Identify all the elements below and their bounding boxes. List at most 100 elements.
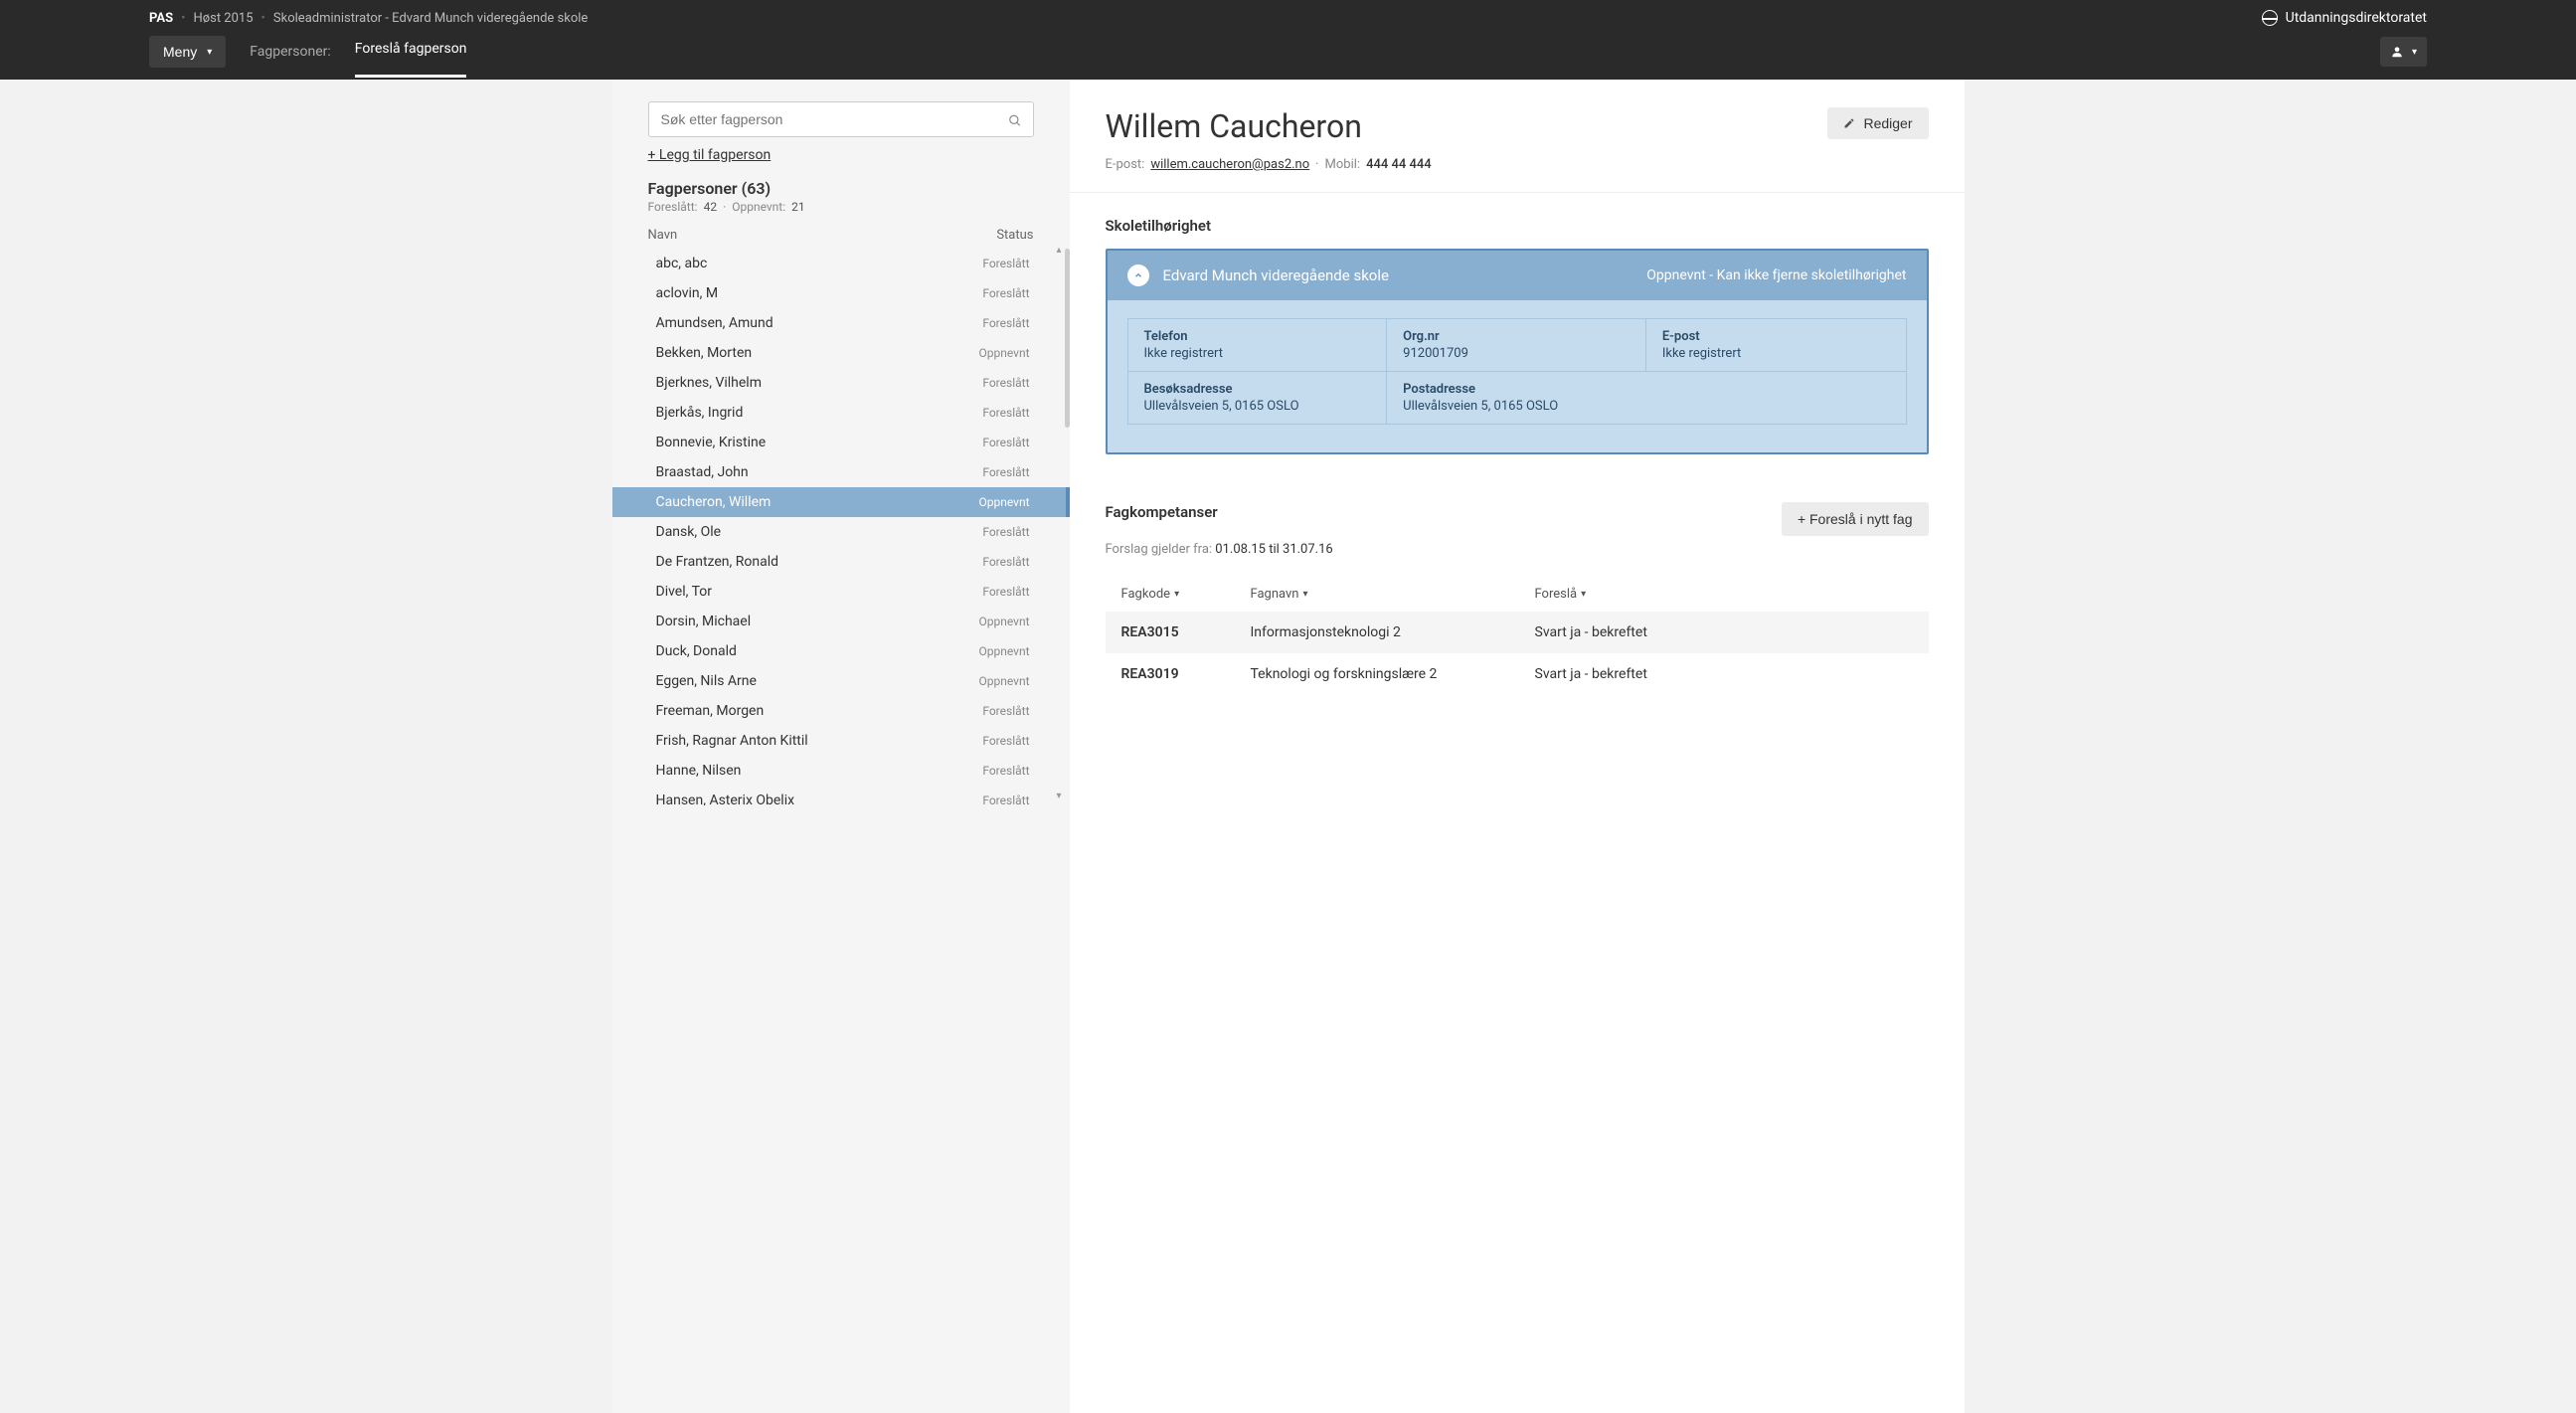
fagnavn-cell: Informasjonsteknologi 2	[1251, 624, 1535, 640]
person-row[interactable]: Hanne, NilsenForeslått	[612, 756, 1070, 786]
chevron-down-icon: ▾	[1174, 589, 1179, 600]
logo: Utdanningsdirektoratet	[2262, 10, 2427, 26]
person-name-cell: Bjerkås, Ingrid	[656, 405, 744, 421]
list-stats: Foreslått: 42 · Oppnevnt: 21	[648, 200, 1034, 214]
propose-new-button[interactable]: + Foreslå i nytt fag	[1782, 502, 1929, 536]
person-row[interactable]: aclovin, MForeslått	[612, 278, 1070, 308]
fagkode-cell: REA3015	[1121, 624, 1251, 640]
person-status-cell: Oppnevnt	[978, 644, 1029, 658]
person-row[interactable]: Bjerkås, Ingrid Foreslått	[612, 398, 1070, 428]
person-row[interactable]: De Frantzen, Ronald Foreslått	[612, 547, 1070, 577]
person-list[interactable]: abc, abcForeslåttaclovin, MForeslåttAmun…	[612, 249, 1070, 805]
app-header: PAS • Høst 2015 • Skoleadministrator - E…	[0, 0, 2576, 80]
post-value: Ullevålsveien 5, 0165 OSLO	[1403, 399, 1889, 414]
affiliation-header[interactable]: Edvard Munch videregående skole Oppnevnt…	[1108, 251, 1927, 300]
add-fagperson-link[interactable]: + Legg til fagperson	[648, 147, 1034, 163]
breadcrumb-pas[interactable]: PAS	[149, 11, 173, 26]
person-row[interactable]: Bonnevie, KristineForeslått	[612, 428, 1070, 457]
person-name-cell: Amundsen, Amund	[656, 315, 773, 331]
person-row[interactable]: Freeman, MorgenForeslått	[612, 696, 1070, 726]
col-fagkode[interactable]: Fagkode ▾	[1121, 587, 1251, 602]
list-column-headers: Navn Status	[612, 218, 1070, 249]
affiliation-section: Skoletilhørighet Edvard Munch videregåen…	[1070, 193, 1965, 478]
person-row[interactable]: Eggen, Nils ArneOppnevnt	[612, 666, 1070, 696]
person-row[interactable]: Duck, Donald Oppnevnt	[612, 636, 1070, 666]
person-name-cell: Bonnevie, Kristine	[656, 435, 767, 450]
person-status-cell: Foreslått	[982, 465, 1029, 479]
affiliation-school: Edvard Munch videregående skole	[1163, 266, 1389, 284]
person-status-cell: Foreslått	[982, 555, 1029, 569]
person-name-cell: Hanne, Nilsen	[656, 763, 742, 779]
fagpersoner-label: Fagpersoner:	[250, 44, 331, 60]
chevron-down-icon: ▾	[1302, 589, 1307, 600]
person-name-cell: Dansk, Ole	[656, 524, 722, 540]
affiliation-title: Skoletilhørighet	[1106, 217, 1929, 235]
competence-section: Fagkompetanser + Foreslå i nytt fag Fors…	[1070, 478, 1965, 719]
competence-title: Fagkompetanser	[1106, 503, 1218, 521]
chevron-up-icon	[1133, 270, 1143, 280]
menu-button[interactable]: Meny ▾	[149, 36, 226, 68]
person-name: Willem Caucheron	[1106, 107, 1432, 145]
person-row[interactable]: Bekken, MortenOppnevnt	[612, 338, 1070, 368]
collapse-toggle[interactable]	[1127, 265, 1149, 286]
breadcrumb-term[interactable]: Høst 2015	[193, 11, 253, 26]
person-status-cell: Foreslått	[982, 316, 1029, 330]
col-status[interactable]: Status	[996, 228, 1033, 243]
chevron-down-icon: ▾	[1581, 589, 1586, 600]
person-status-cell: Oppnevnt	[978, 674, 1029, 688]
sidebar: + Legg til fagperson Fagpersoner (63) Fo…	[612, 80, 1070, 1413]
person-row[interactable]: Bjerknes, Vilhelm Foreslått	[612, 368, 1070, 398]
person-status-cell: Foreslått	[982, 257, 1029, 270]
person-status-cell: Foreslått	[982, 286, 1029, 300]
person-row[interactable]: Frish, Ragnar Anton KittilForeslått	[612, 726, 1070, 756]
foresla-cell: Svart ja - bekreftet	[1535, 624, 1913, 640]
person-status-cell: Oppnevnt	[978, 346, 1029, 360]
search-input[interactable]	[648, 101, 1034, 137]
person-status-cell: Oppnevnt	[978, 615, 1029, 628]
person-name-cell: De Frantzen, Ronald	[656, 554, 779, 570]
affiliation-box: Edvard Munch videregående skole Oppnevnt…	[1106, 249, 1929, 454]
person-row[interactable]: Braastad, John Foreslått	[612, 457, 1070, 487]
competence-row[interactable]: REA3015Informasjonsteknologi 2Svart ja -…	[1106, 612, 1929, 653]
person-name-cell: Freeman, Morgen	[656, 703, 765, 719]
person-status-cell: Foreslått	[982, 376, 1029, 390]
person-name-cell: abc, abc	[656, 256, 708, 271]
edit-button[interactable]: Rediger	[1827, 107, 1928, 139]
list-title: Fagpersoner (63)	[648, 179, 1034, 198]
person-name-cell: Duck, Donald	[656, 643, 737, 659]
person-name-cell: Bjerknes, Vilhelm	[656, 375, 762, 391]
person-row[interactable]: Dorsin, MichaelOppnevnt	[612, 607, 1070, 636]
col-fagnavn[interactable]: Fagnavn ▾	[1251, 587, 1535, 602]
col-navn[interactable]: Navn	[648, 228, 678, 243]
scrollbar-thumb[interactable]	[1065, 249, 1070, 428]
email-link[interactable]: willem.caucheron@pas2.no	[1150, 157, 1309, 172]
foresla-cell: Svart ja - bekreftet	[1535, 666, 1913, 682]
person-row[interactable]: Caucheron, WillemOppnevnt	[612, 487, 1070, 517]
besok-value: Ullevålsveien 5, 0165 OSLO	[1144, 399, 1371, 414]
chevron-down-icon: ▾	[2412, 47, 2417, 58]
person-row[interactable]: Hansen, Asterix ObelixForeslått	[612, 786, 1070, 805]
person-row[interactable]: Divel, TorForeslått	[612, 577, 1070, 607]
fagnavn-cell: Teknologi og forskningslære 2	[1251, 666, 1535, 682]
person-row[interactable]: Amundsen, Amund Foreslått	[612, 308, 1070, 338]
person-name-cell: Divel, Tor	[656, 584, 712, 600]
main-container: + Legg til fagperson Fagpersoner (63) Fo…	[612, 80, 1965, 1413]
person-name-cell: Frish, Ragnar Anton Kittil	[656, 733, 808, 749]
person-row[interactable]: abc, abc Foreslått	[612, 249, 1070, 278]
person-row[interactable]: Dansk, Ole Foreslått	[612, 517, 1070, 547]
competence-date-line: Forslag gjelder fra: 01.08.15 til 31.07.…	[1106, 542, 1929, 557]
person-name-cell: Caucheron, Willem	[656, 494, 772, 510]
competence-row[interactable]: REA3019Teknologi og forskningslære 2Svar…	[1106, 653, 1929, 695]
col-foresla[interactable]: Foreslå ▾	[1535, 587, 1913, 602]
contact-line: E-post: willem.caucheron@pas2.no · Mobil…	[1106, 157, 1432, 172]
person-status-cell: Foreslått	[982, 406, 1029, 420]
user-menu-button[interactable]: ▾	[2380, 37, 2427, 67]
affiliation-body: Telefon Ikke registrert Org.nr 912001709…	[1108, 300, 1927, 452]
breadcrumb-role[interactable]: Skoleadministrator - Edvard Munch videre…	[273, 11, 588, 26]
person-name-cell: Braastad, John	[656, 464, 749, 480]
person-status-cell: Foreslått	[982, 525, 1029, 539]
mobile-value: 444 44 444	[1366, 157, 1432, 172]
tab-foresla-fagperson[interactable]: Foreslå fagperson	[355, 41, 467, 78]
chevron-down-icon: ▾	[207, 47, 212, 58]
breadcrumb: PAS • Høst 2015 • Skoleadministrator - E…	[149, 11, 588, 26]
